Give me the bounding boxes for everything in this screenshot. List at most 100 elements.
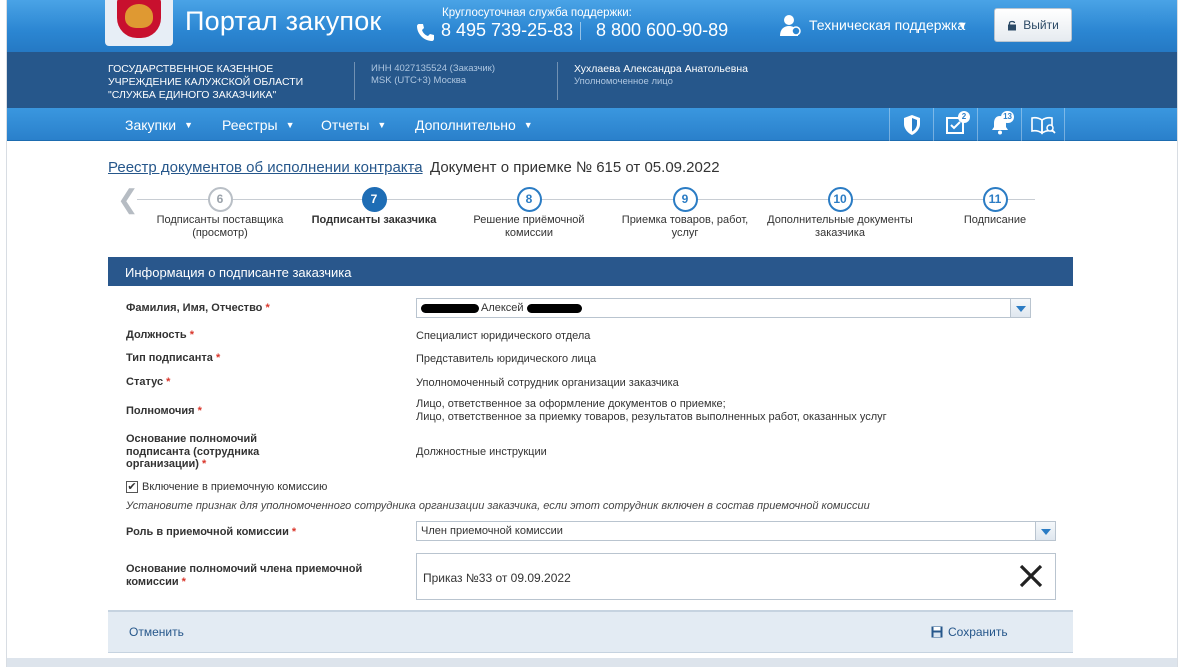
status-label-text: Статус (126, 376, 164, 388)
role-select-value: Член приемочной комиссии (421, 525, 563, 537)
nav-item-label: Отчеты (321, 117, 370, 133)
position-label: Должность * (126, 329, 194, 342)
basis-value: Должностные инструкции (416, 446, 547, 458)
basis-label-text: Основание полномочий подписанта (сотрудн… (126, 433, 260, 470)
cancel-button[interactable]: Отменить (129, 625, 184, 639)
required-mark: * (202, 458, 207, 470)
step-6[interactable]: 6 Подписанты поставщика (просмотр) (145, 180, 295, 240)
required-mark: * (197, 405, 202, 417)
breadcrumb-current: Документ о приемке № 615 от 05.09.2022 (430, 159, 720, 176)
notifications-count-badge: 13 (1001, 111, 1014, 123)
save-label: Сохранить (948, 625, 1008, 639)
authority-label-text: Полномочия (126, 405, 195, 417)
logout-button[interactable]: Выйти (994, 8, 1072, 42)
required-mark: * (291, 526, 297, 538)
chevron-down-icon: ▼ (377, 120, 387, 130)
step-label: Приемка товаров, работ, услуг (621, 214, 749, 239)
eagle-icon (125, 4, 153, 28)
nav-item-reports[interactable]: Отчеты ▼ (321, 117, 386, 133)
required-mark: * (166, 376, 171, 388)
user-divider (557, 62, 558, 100)
role-label: Роль в приемочной комиссии * (126, 526, 296, 539)
logout-label: Выйти (1023, 18, 1059, 32)
signer-type-label: Тип подписанта * (126, 352, 220, 365)
step-number: 10 (827, 187, 853, 212)
position-value: Специалист юридического отдела (416, 330, 591, 342)
role-label-text: Роль в приемочной комиссии (126, 526, 289, 538)
chevron-down-icon: ▼ (184, 120, 193, 130)
chevron-left-icon[interactable]: ❮ (117, 184, 139, 215)
chevron-down-icon[interactable]: ▼ (957, 20, 968, 32)
support-agent-icon (780, 15, 801, 36)
app-window: Портал закупок Круглосуточная служба под… (7, 0, 1177, 667)
step-label: Подписанты заказчика (311, 214, 437, 226)
step-label: Подписание (963, 214, 1027, 226)
nav-item-label: Закупки (125, 117, 177, 133)
phone-divider (580, 22, 581, 40)
security-shield-button[interactable] (889, 108, 933, 141)
required-mark: * (215, 352, 221, 364)
fio-select[interactable]: Алексей (416, 298, 1031, 318)
member-basis-label-text: Основание полномочий члена приемочной ко… (126, 563, 363, 588)
tech-support-menu[interactable]: Техническая поддержка (809, 17, 965, 33)
nav-item-registries[interactable]: Реестры ▼ (222, 117, 294, 133)
bottom-strip (7, 658, 1177, 667)
arrow-right-icon: → (406, 158, 422, 175)
lock-icon (1008, 20, 1017, 30)
step-number: 8 (516, 187, 542, 212)
book-search-icon (1031, 116, 1056, 134)
member-basis-label: Основание полномочий члена приемочной ко… (126, 563, 376, 588)
step-7[interactable]: 7 Подписанты заказчика (299, 180, 449, 227)
step-8[interactable]: 8 Решение приёмочной комиссии (454, 180, 604, 240)
nav-item-purchases[interactable]: Закупки ▼ (125, 117, 193, 133)
breadcrumb-link[interactable]: Реестр документов об исполнении контракт… (108, 159, 423, 176)
status-value: Уполномоченный сотрудник организации зак… (416, 377, 679, 389)
step-number: 7 (361, 187, 387, 212)
authority-label: Полномочия * (126, 405, 202, 418)
status-label: Статус * (126, 376, 170, 389)
authority-value: Лицо, ответственное за оформление докуме… (416, 398, 887, 424)
current-user-role: Уполномоченное лицо (574, 76, 673, 87)
required-mark: * (181, 575, 186, 588)
commission-checkbox-label[interactable]: Включение в приемочную комиссию (142, 481, 327, 493)
step-number: 9 (672, 187, 698, 212)
signer-type-label-text: Тип подписанта (126, 352, 213, 364)
left-frame-border (0, 0, 7, 667)
redaction-mark (421, 304, 479, 313)
basis-label: Основание полномочий подписанта (сотрудн… (126, 433, 286, 471)
support-caption: Круглосуточная служба поддержки: (442, 7, 632, 19)
current-user-name: Хухлаева Александра Анатольевна (574, 63, 748, 75)
tasks-button[interactable]: 2 (933, 108, 977, 141)
chevron-down-icon[interactable] (1035, 522, 1055, 540)
nav-item-label: Дополнительно (415, 117, 516, 133)
nav-item-additional[interactable]: Дополнительно ▼ (415, 117, 533, 133)
signer-type-value: Представитель юридического лица (416, 353, 597, 365)
save-button[interactable]: Сохранить (931, 625, 1008, 639)
form-actions-bar: Отменить Сохранить (108, 610, 1073, 653)
nav-item-label: Реестры (222, 117, 278, 133)
position-label-text: Должность (126, 329, 187, 341)
portal-title[interactable]: Портал закупок (185, 6, 381, 37)
chevron-down-icon[interactable] (1010, 299, 1030, 317)
role-select[interactable]: Член приемочной комиссии (416, 521, 1056, 541)
notifications-button[interactable]: 13 (977, 108, 1021, 141)
step-11[interactable]: 11 Подписание (920, 180, 1070, 227)
organization-band: ГОСУДАРСТВЕННОЕ КАЗЕННОЕ УЧРЕЖДЕНИЕ КАЛУ… (7, 52, 1177, 108)
shield-icon (903, 114, 920, 135)
step-label: Подписанты поставщика (просмотр) (156, 214, 284, 239)
organization-inn: ИНН 4027135524 (Заказчик) MSK (UTC+3) Мо… (371, 63, 495, 87)
fio-label: Фамилия, Имя, Отчество * (126, 302, 270, 315)
help-book-button[interactable] (1021, 108, 1065, 141)
member-basis-input[interactable]: Приказ №33 от 09.09.2022 (416, 553, 1056, 600)
member-basis-value: Приказ №33 от 09.09.2022 (423, 571, 571, 585)
step-9[interactable]: 9 Приемка товаров, работ, услуг (610, 180, 760, 240)
org-divider (354, 62, 355, 100)
commission-checkbox[interactable]: ✔ (126, 481, 138, 493)
step-10[interactable]: 10 Дополнительные документы заказчика (765, 180, 915, 240)
panel-title: Информация о подписанте заказчика (108, 257, 1073, 286)
step-label: Дополнительные документы заказчика (767, 214, 913, 239)
coat-of-arms-logo[interactable] (105, 0, 173, 46)
close-icon[interactable] (1018, 563, 1044, 589)
support-phone-primary: 8 495 739-25-83 (441, 20, 574, 40)
timezone-text: MSK (UTC+3) Москва (371, 75, 466, 86)
